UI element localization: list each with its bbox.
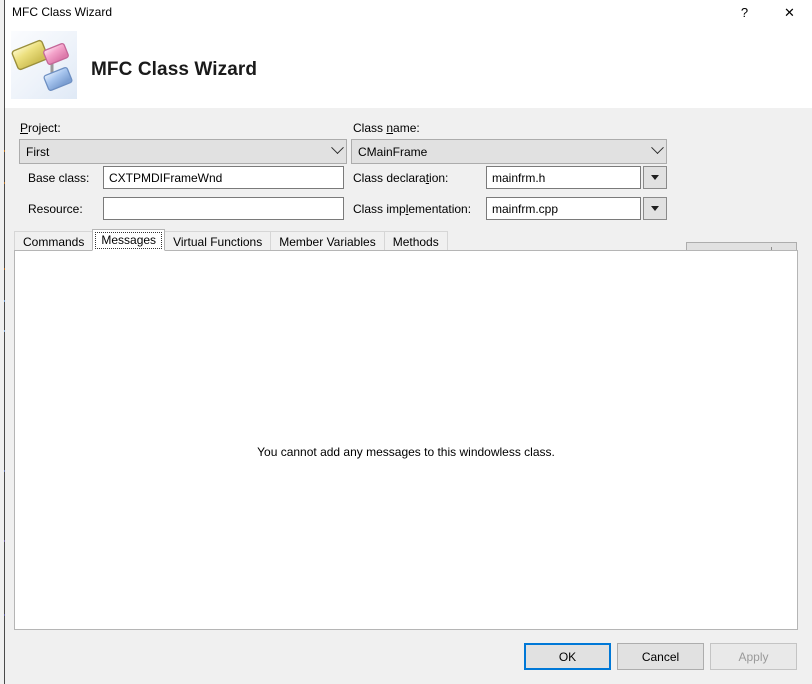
project-label-text: roject: — [28, 121, 61, 135]
close-icon: ✕ — [784, 5, 795, 20]
title-bar: MFC Class Wizard ? ✕ — [5, 0, 812, 25]
ok-button[interactable]: OK — [524, 643, 611, 670]
tab-methods-label: Methods — [392, 234, 439, 249]
tab-messages[interactable]: Messages — [92, 229, 166, 251]
base-class-input[interactable] — [103, 166, 344, 189]
tab-virtual-functions[interactable]: Virtual Functions — [164, 231, 272, 251]
resource-input[interactable] — [103, 197, 344, 220]
class-implementation-dropdown-button[interactable] — [643, 197, 667, 220]
tab-commands[interactable]: Commands — [14, 231, 94, 251]
page-title: MFC Class Wizard — [91, 59, 258, 80]
tab-content-panel: You cannot add any messages to this wind… — [14, 250, 798, 630]
empty-state-message: You cannot add any messages to this wind… — [257, 445, 555, 459]
help-button[interactable]: ? — [722, 0, 767, 25]
tab-virtual-functions-label: Virtual Functions — [173, 234, 263, 249]
project-label-accel: P — [20, 121, 29, 135]
tab-commands-label: Commands — [23, 234, 85, 249]
tab-member-variables[interactable]: Member Variables — [270, 231, 385, 251]
class-implementation-label: Class implementation: — [353, 202, 471, 216]
mfc-class-wizard-dialog: MFC Class Wizard ? ✕ MFC Class Wizard Pr… — [0, 0, 812, 684]
class-declaration-label-post: ion: — [429, 171, 449, 185]
project-combo[interactable]: First — [19, 139, 347, 164]
class-name-label-pre: Class — [353, 121, 387, 135]
project-combo-value: First — [26, 144, 50, 159]
close-button[interactable]: ✕ — [767, 0, 812, 25]
help-icon: ? — [740, 5, 749, 20]
apply-button: Apply — [710, 643, 797, 670]
window-title: MFC Class Wizard — [12, 5, 113, 19]
class-implementation-label-post: ementation: — [408, 202, 472, 216]
tab-member-variables-label: Member Variables — [279, 234, 376, 249]
chevron-down-icon — [648, 141, 666, 157]
class-declaration-label: Class declaration: — [353, 171, 448, 185]
chevron-down-icon — [651, 175, 659, 180]
dialog-header: MFC Class Wizard — [5, 26, 812, 108]
class-declaration-input[interactable] — [486, 166, 641, 189]
class-implementation-input[interactable] — [486, 197, 641, 220]
class-name-combo-value: CMainFrame — [358, 144, 428, 159]
mfc-class-wizard-icon — [11, 31, 77, 99]
tab-messages-label: Messages — [101, 233, 157, 247]
tab-methods[interactable]: Methods — [383, 231, 448, 251]
class-declaration-dropdown-button[interactable] — [643, 166, 667, 189]
class-implementation-label-pre: Class imp — [353, 202, 406, 216]
chevron-down-icon — [651, 206, 659, 211]
cancel-button[interactable]: Cancel — [617, 643, 704, 670]
tab-strip: Commands Messages Virtual Functions Memb… — [14, 229, 448, 251]
class-name-combo[interactable]: CMainFrame — [351, 139, 667, 164]
project-label: Project: — [20, 121, 61, 135]
chevron-down-icon — [328, 141, 346, 157]
class-declaration-label-pre: Class declara — [353, 171, 426, 185]
class-name-label-post: ame: — [393, 121, 420, 135]
class-name-label: Class name: — [353, 121, 420, 135]
base-class-label: Base class: — [28, 171, 90, 185]
resource-label: Resource: — [28, 202, 83, 216]
